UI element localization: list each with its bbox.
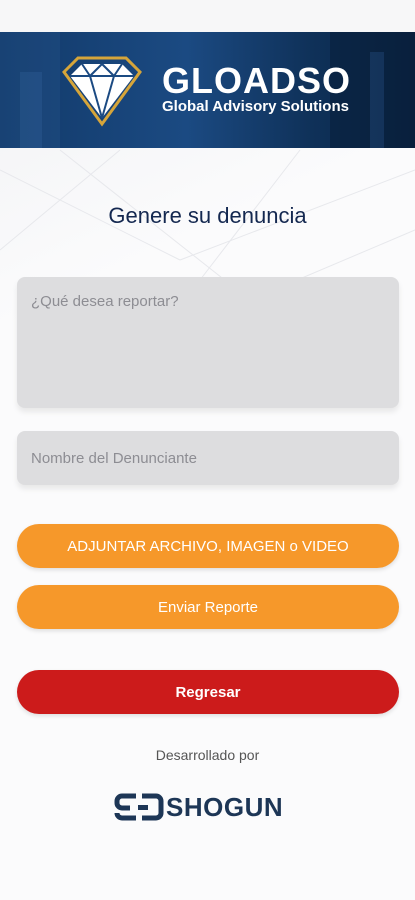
shogun-logo-icon (114, 793, 164, 821)
reporter-name-input[interactable] (17, 431, 399, 485)
header-banner: GLOADSO Global Advisory Solutions (0, 32, 415, 148)
app-screen: GLOADSO Global Advisory Solutions Genere… (0, 0, 415, 900)
send-report-button[interactable]: Enviar Reporte (17, 585, 399, 629)
shogun-logo: SHOGUN (114, 790, 283, 824)
brand-tagline: Global Advisory Solutions (162, 98, 349, 115)
developed-by-label: Desarrollado por (155, 747, 260, 763)
page-title: Genere su denuncia (108, 203, 307, 228)
diamond-icon (62, 56, 142, 127)
attach-file-button[interactable]: ADJUNTAR ARCHIVO, IMAGEN o VIDEO (17, 524, 399, 568)
back-button[interactable]: Regresar (17, 670, 399, 714)
shogun-company-name: SHOGUN (166, 791, 284, 822)
report-description-input[interactable] (17, 277, 399, 408)
brand-name: GLOADSO (162, 60, 352, 101)
status-bar-area (0, 0, 415, 32)
